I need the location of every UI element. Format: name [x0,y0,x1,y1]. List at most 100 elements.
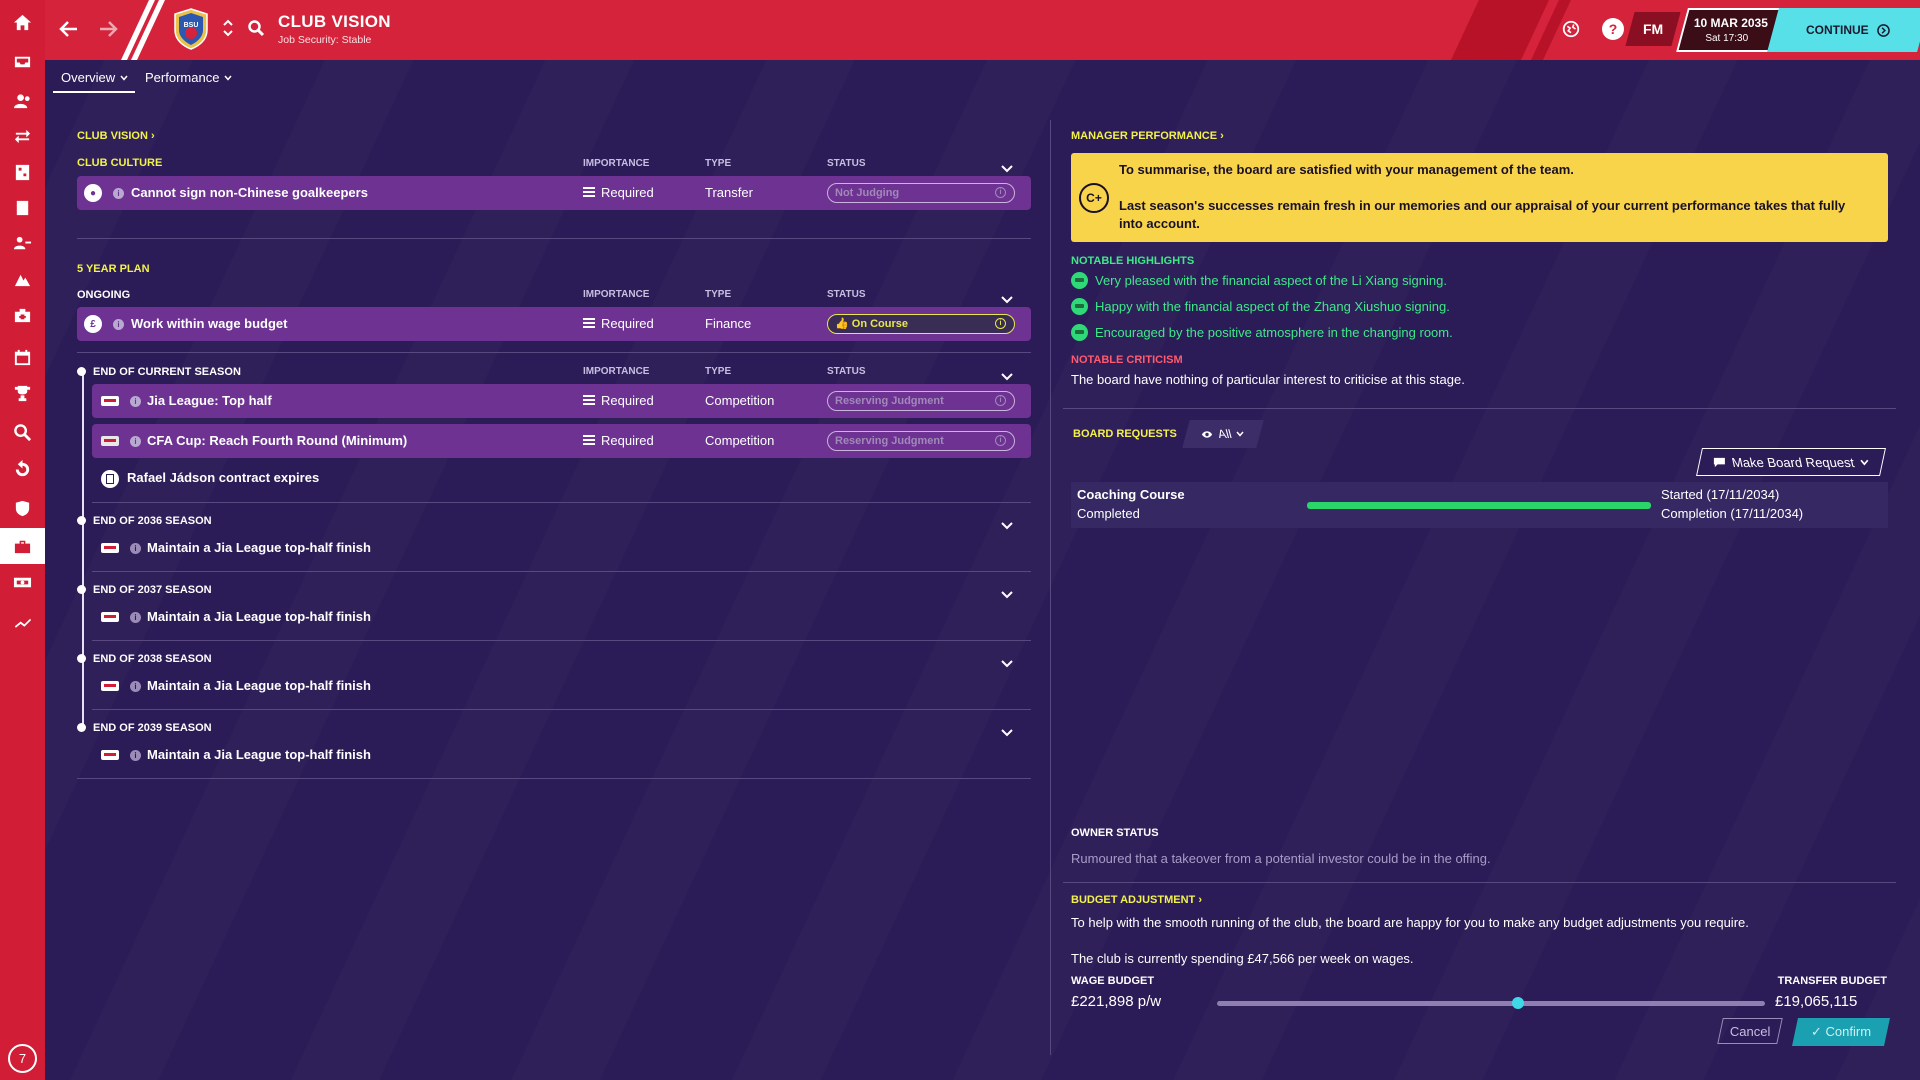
chevron-down-icon[interactable] [1001,655,1013,668]
scouting-icon[interactable] [0,415,45,449]
manager-performance-box: C+ To summarise, the board are satisfied… [1071,153,1888,242]
status-badge[interactable]: Reserving Judgment i [827,391,1015,411]
schedule-icon[interactable] [0,340,45,374]
league-icon [101,612,119,622]
date-display[interactable]: 10 MAR 2035 Sat 17:30 [1676,8,1782,52]
ongoing-row[interactable]: £ i Work within wage budget Required Fin… [77,307,1031,341]
search-icon[interactable] [247,19,265,37]
tab-overview-label: Overview [61,70,116,85]
globe-icon[interactable] [1560,18,1582,40]
transfer-budget-value: £19,065,115 [1775,993,1858,1010]
continue-button[interactable]: CONTINUE [1767,8,1920,52]
fm-menu-button[interactable]: FM [1625,12,1681,46]
forward-arrow-icon[interactable] [97,18,119,45]
finance-icon: £ [84,315,102,333]
dynamics-icon[interactable] [0,605,45,639]
club-switch-arrows-icon[interactable] [222,16,234,40]
board-requests-filter[interactable]: All [1182,420,1264,448]
finances-icon[interactable] [0,565,45,599]
tactics-icon[interactable] [0,155,45,189]
timeline-dot [77,367,86,376]
help-icon[interactable]: ? [1602,18,1624,40]
wage-spending: The club is currently spending £47,566 p… [1071,951,1414,966]
crest-text: BSU [184,22,199,29]
request-started: Started (17/11/2034) [1661,487,1780,502]
chevron-down-icon[interactable] [1001,160,1013,173]
status-badge[interactable]: Not Judging i [827,183,1015,203]
chevron-down-icon[interactable] [1001,368,1013,381]
status-badge[interactable]: 👍 On Course i [827,314,1015,334]
importance-label: Required [601,316,654,331]
info-icon[interactable]: i [113,319,124,330]
goalkeeper-icon: ● [84,184,102,202]
current-season-heading: END OF CURRENT SEASON [93,366,241,378]
notification-badge[interactable]: 7 [8,1044,37,1073]
club-vision-heading[interactable]: CLUB VISION › [77,130,155,142]
current-season-row[interactable]: i Jia League: Top half Required Competit… [92,384,1031,418]
culture-row[interactable]: ● i Cannot sign non-Chinese goalkeepers … [77,176,1031,210]
goal-text: Jia League: Top half [147,393,272,408]
highlight-item: Encouraged by the positive atmosphere in… [1071,324,1453,341]
budget-adjustment-heading[interactable]: BUDGET ADJUSTMENT › [1071,894,1202,906]
competitions-icon[interactable] [0,376,45,410]
info-icon[interactable]: i [130,750,141,761]
current-date: 10 MAR 2035 [1693,16,1768,30]
divider [1063,408,1896,409]
current-season-row[interactable]: i CFA Cup: Reach Fourth Round (Minimum) … [92,424,1031,458]
club-vision-icon[interactable] [0,528,45,564]
info-icon: i [995,435,1006,446]
status-badge[interactable]: Reserving Judgment i [827,431,1015,451]
divider [77,238,1031,239]
contract-note: Rafael Jádson contract expires [127,470,320,485]
home-icon[interactable] [0,5,45,39]
chevron-down-icon[interactable] [1001,586,1013,599]
medical-icon[interactable] [0,298,45,332]
club-crest[interactable]: BSU [173,8,209,50]
chevron-down-icon[interactable] [1001,291,1013,304]
info-icon[interactable]: i [130,396,141,407]
status-label: Not Judging [835,187,900,199]
board-requests-heading: BOARD REQUESTS [1073,428,1177,440]
info-icon[interactable]: i [130,681,141,692]
development-icon[interactable] [0,452,45,486]
league-icon [101,543,119,553]
manager-performance-heading[interactable]: MANAGER PERFORMANCE › [1071,130,1224,142]
chat-bubble-icon [1713,457,1725,467]
info-icon[interactable]: i [113,188,124,199]
col-importance: IMPORTANCE [583,158,650,169]
info-icon[interactable]: i [130,612,141,623]
back-arrow-icon[interactable] [58,18,80,45]
cup-icon [101,436,119,446]
info-icon[interactable]: i [130,543,141,554]
season-heading: END OF 2038 SEASON [93,653,212,665]
importance: Required [583,433,654,448]
tab-performance[interactable]: Performance [145,70,232,85]
confirm-button[interactable]: ✓ Confirm [1792,1018,1890,1046]
divider [77,778,1031,779]
importance-label: Required [601,433,654,448]
budget-heading-text: BUDGET ADJUSTMENT [1071,894,1196,906]
page-title: CLUB VISION [278,12,391,31]
make-board-request-button[interactable]: Make Board Request [1696,448,1886,476]
season-heading: END OF 2039 SEASON [93,722,212,734]
slider-handle[interactable] [1512,997,1525,1009]
transfers-icon[interactable] [0,119,45,153]
tab-performance-label: Performance [145,70,220,85]
club-icon[interactable] [0,491,45,525]
training-icon[interactable] [0,262,45,296]
tab-overview[interactable]: Overview [61,70,128,85]
inbox-icon[interactable] [0,44,45,78]
club-culture-heading: CLUB CULTURE [77,157,163,169]
staff-icon[interactable] [0,226,45,260]
cancel-button[interactable]: Cancel [1717,1018,1783,1044]
chevron-down-icon[interactable] [1001,517,1013,530]
board-request-row[interactable]: Coaching Course Completed Started (17/11… [1071,482,1888,528]
info-icon[interactable]: i [130,436,141,447]
timeline-dot [77,654,86,663]
budget-slider[interactable] [1217,997,1765,1009]
chevron-down-icon[interactable] [1001,724,1013,737]
thumbs-up-icon: 👍 [835,318,852,330]
league-icon [101,750,119,760]
reports-icon[interactable] [0,190,45,224]
squad-icon[interactable] [0,84,45,118]
